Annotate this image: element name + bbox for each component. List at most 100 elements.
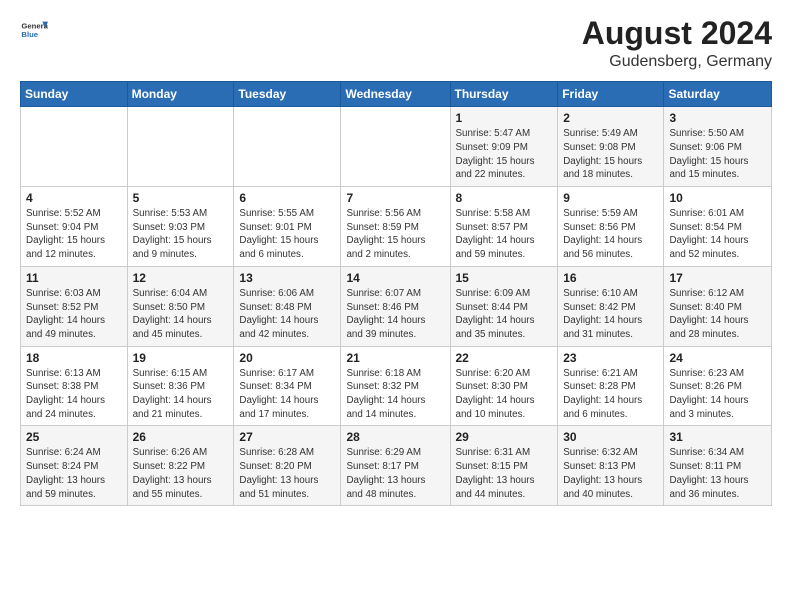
logo: General Blue — [20, 16, 48, 44]
day-number: 24 — [669, 351, 766, 365]
table-row: 3 Sunrise: 5:50 AM Sunset: 9:06 PM Daylig… — [664, 107, 772, 187]
day-number: 2 — [563, 111, 658, 125]
table-row: 2 Sunrise: 5:49 AM Sunset: 9:08 PM Daylig… — [558, 107, 664, 187]
col-thursday: Thursday — [450, 82, 558, 107]
day-info: Sunrise: 5:47 AM Sunset: 9:09 PM Dayligh… — [456, 127, 553, 182]
calendar-header-row: Sunday Monday Tuesday Wednesday Thursday… — [21, 82, 772, 107]
day-number: 15 — [456, 271, 553, 285]
day-number: 31 — [669, 430, 766, 444]
day-info: Sunrise: 6:28 AM Sunset: 8:20 PM Dayligh… — [239, 446, 335, 501]
table-row — [341, 107, 450, 187]
calendar-week-row: 11 Sunrise: 6:03 AM Sunset: 8:52 PM Dayli… — [21, 266, 772, 346]
table-row: 22 Sunrise: 6:20 AM Sunset: 8:30 PM Dayli… — [450, 346, 558, 426]
table-row: 8 Sunrise: 5:58 AM Sunset: 8:57 PM Daylig… — [450, 187, 558, 267]
day-info: Sunrise: 5:49 AM Sunset: 9:08 PM Dayligh… — [563, 127, 658, 182]
day-info: Sunrise: 6:31 AM Sunset: 8:15 PM Dayligh… — [456, 446, 553, 501]
table-row: 12Sunrise: 6:04 AM Sunset: 8:50 PM Dayli… — [127, 266, 234, 346]
table-row: 17 Sunrise: 6:12 AM Sunset: 8:40 PM Dayli… — [664, 266, 772, 346]
day-info: Sunrise: 5:58 AM Sunset: 8:57 PM Dayligh… — [456, 207, 553, 262]
table-row — [234, 107, 341, 187]
day-info: Sunrise: 5:59 AM Sunset: 8:56 PM Dayligh… — [563, 207, 658, 262]
page: General Blue August 2024 Gudensberg, Ger… — [0, 0, 792, 612]
table-row: 20 Sunrise: 6:17 AM Sunset: 8:34 PM Dayli… — [234, 346, 341, 426]
table-row: 21Sunrise: 6:18 AM Sunset: 8:32 PM Dayli… — [341, 346, 450, 426]
day-info: Sunrise: 6:23 AM Sunset: 8:26 PM Dayligh… — [669, 367, 766, 422]
table-row: 19Sunrise: 6:15 AM Sunset: 8:36 PM Dayli… — [127, 346, 234, 426]
table-row: 25 Sunrise: 6:24 AM Sunset: 8:24 PM Dayli… — [21, 426, 128, 506]
svg-text:Blue: Blue — [21, 30, 38, 39]
day-number: 10 — [669, 191, 766, 205]
day-number: 12 — [133, 271, 229, 285]
day-info: Sunrise: 6:12 AM Sunset: 8:40 PM Dayligh… — [669, 287, 766, 342]
table-row — [21, 107, 128, 187]
day-info: Sunrise: 6:34 AM Sunset: 8:11 PM Dayligh… — [669, 446, 766, 501]
day-number: 3 — [669, 111, 766, 125]
day-info: Sunrise: 6:10 AM Sunset: 8:42 PM Dayligh… — [563, 287, 658, 342]
title-block: August 2024 Gudensberg, Germany — [582, 16, 772, 71]
day-info: Sunrise: 6:07 AM Sunset: 8:46 PM Dayligh… — [346, 287, 444, 342]
calendar-week-row: 4Sunrise: 5:52 AM Sunset: 9:04 PM Daylig… — [21, 187, 772, 267]
table-row: 31 Sunrise: 6:34 AM Sunset: 8:11 PM Dayli… — [664, 426, 772, 506]
calendar-table: Sunday Monday Tuesday Wednesday Thursday… — [20, 81, 772, 506]
header: General Blue August 2024 Gudensberg, Ger… — [20, 16, 772, 71]
day-info: Sunrise: 5:55 AM Sunset: 9:01 PM Dayligh… — [239, 207, 335, 262]
day-info: Sunrise: 6:32 AM Sunset: 8:13 PM Dayligh… — [563, 446, 658, 501]
table-row: 26 Sunrise: 6:26 AM Sunset: 8:22 PM Dayli… — [127, 426, 234, 506]
day-info: Sunrise: 6:13 AM Sunset: 8:38 PM Dayligh… — [26, 367, 122, 422]
day-info: Sunrise: 6:20 AM Sunset: 8:30 PM Dayligh… — [456, 367, 553, 422]
day-number: 26 — [133, 430, 229, 444]
col-wednesday: Wednesday — [341, 82, 450, 107]
day-number: 5 — [133, 191, 229, 205]
day-number: 1 — [456, 111, 553, 125]
day-number: 27 — [239, 430, 335, 444]
table-row: 24 Sunrise: 6:23 AM Sunset: 8:26 PM Dayli… — [664, 346, 772, 426]
day-number: 23 — [563, 351, 658, 365]
table-row: 7 Sunrise: 5:56 AM Sunset: 8:59 PM Daylig… — [341, 187, 450, 267]
day-number: 9 — [563, 191, 658, 205]
day-number: 8 — [456, 191, 553, 205]
day-info: Sunrise: 6:06 AM Sunset: 8:48 PM Dayligh… — [239, 287, 335, 342]
day-number: 30 — [563, 430, 658, 444]
table-row: 30 Sunrise: 6:32 AM Sunset: 8:13 PM Dayli… — [558, 426, 664, 506]
table-row: 13Sunrise: 6:06 AM Sunset: 8:48 PM Dayli… — [234, 266, 341, 346]
table-row: 27 Sunrise: 6:28 AM Sunset: 8:20 PM Dayli… — [234, 426, 341, 506]
day-number: 17 — [669, 271, 766, 285]
day-info: Sunrise: 6:21 AM Sunset: 8:28 PM Dayligh… — [563, 367, 658, 422]
day-number: 16 — [563, 271, 658, 285]
col-sunday: Sunday — [21, 82, 128, 107]
day-info: Sunrise: 6:01 AM Sunset: 8:54 PM Dayligh… — [669, 207, 766, 262]
col-friday: Friday — [558, 82, 664, 107]
table-row: 9 Sunrise: 5:59 AM Sunset: 8:56 PM Daylig… — [558, 187, 664, 267]
table-row: 28Sunrise: 6:29 AM Sunset: 8:17 PM Dayli… — [341, 426, 450, 506]
calendar-week-row: 1 Sunrise: 5:47 AM Sunset: 9:09 PM Daylig… — [21, 107, 772, 187]
day-number: 7 — [346, 191, 444, 205]
day-number: 11 — [26, 271, 122, 285]
day-number: 25 — [26, 430, 122, 444]
day-number: 29 — [456, 430, 553, 444]
calendar-week-row: 18Sunrise: 6:13 AM Sunset: 8:38 PM Dayli… — [21, 346, 772, 426]
table-row: 4Sunrise: 5:52 AM Sunset: 9:04 PM Daylig… — [21, 187, 128, 267]
day-info: Sunrise: 6:03 AM Sunset: 8:52 PM Dayligh… — [26, 287, 122, 342]
day-info: Sunrise: 6:24 AM Sunset: 8:24 PM Dayligh… — [26, 446, 122, 501]
day-number: 6 — [239, 191, 335, 205]
day-info: Sunrise: 6:26 AM Sunset: 8:22 PM Dayligh… — [133, 446, 229, 501]
col-saturday: Saturday — [664, 82, 772, 107]
logo-icon: General Blue — [20, 16, 48, 44]
day-info: Sunrise: 5:50 AM Sunset: 9:06 PM Dayligh… — [669, 127, 766, 182]
day-info: Sunrise: 6:15 AM Sunset: 8:36 PM Dayligh… — [133, 367, 229, 422]
day-info: Sunrise: 5:53 AM Sunset: 9:03 PM Dayligh… — [133, 207, 229, 262]
day-info: Sunrise: 6:17 AM Sunset: 8:34 PM Dayligh… — [239, 367, 335, 422]
table-row: 11 Sunrise: 6:03 AM Sunset: 8:52 PM Dayli… — [21, 266, 128, 346]
day-info: Sunrise: 6:29 AM Sunset: 8:17 PM Dayligh… — [346, 446, 444, 501]
subtitle: Gudensberg, Germany — [582, 53, 772, 71]
day-info: Sunrise: 5:56 AM Sunset: 8:59 PM Dayligh… — [346, 207, 444, 262]
table-row: 29 Sunrise: 6:31 AM Sunset: 8:15 PM Dayli… — [450, 426, 558, 506]
table-row: 10 Sunrise: 6:01 AM Sunset: 8:54 PM Dayli… — [664, 187, 772, 267]
day-number: 22 — [456, 351, 553, 365]
day-number: 20 — [239, 351, 335, 365]
table-row: 1 Sunrise: 5:47 AM Sunset: 9:09 PM Daylig… — [450, 107, 558, 187]
day-number: 14 — [346, 271, 444, 285]
table-row: 15Sunrise: 6:09 AM Sunset: 8:44 PM Dayli… — [450, 266, 558, 346]
day-number: 4 — [26, 191, 122, 205]
table-row: 23 Sunrise: 6:21 AM Sunset: 8:28 PM Dayli… — [558, 346, 664, 426]
